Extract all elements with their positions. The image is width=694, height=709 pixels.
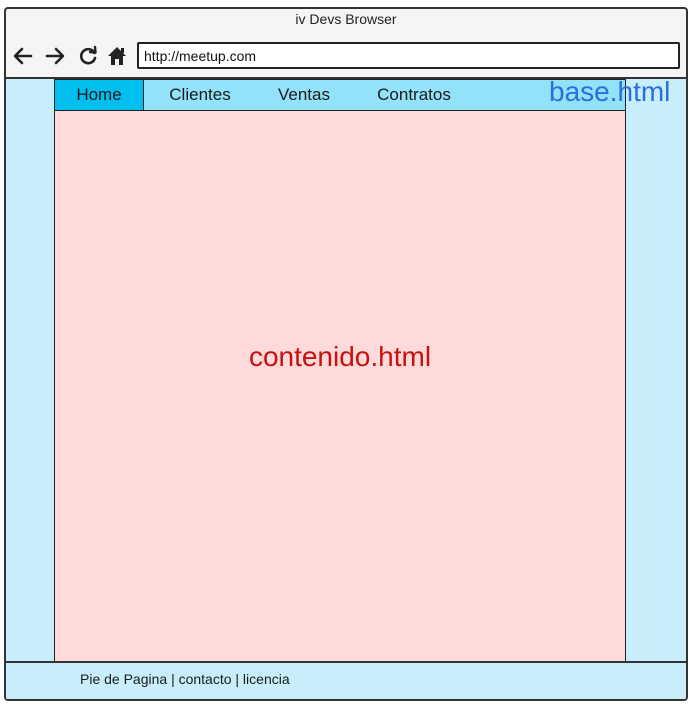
page-footer: Pie de Pagina | contacto | licencia — [6, 661, 686, 699]
browser-window: iv Devs Browser Home Clientes — [4, 7, 688, 701]
arrow-right-icon[interactable] — [44, 45, 66, 67]
menu-item-label: Ventas — [278, 85, 330, 104]
menu-item-ventas[interactable]: Ventas — [267, 80, 341, 110]
menu-item-clientes[interactable]: Clientes — [153, 80, 247, 110]
arrow-left-icon[interactable] — [12, 45, 34, 67]
page-viewport: Home Clientes Ventas Contratos base.html… — [6, 76, 686, 663]
content-area: contenido.html — [54, 111, 626, 663]
nav-menu: Home Clientes Ventas Contratos — [54, 79, 626, 111]
menu-item-label: Home — [76, 85, 122, 104]
url-input[interactable] — [137, 42, 680, 69]
base-html-label: base.html — [549, 76, 671, 107]
menu-item-contratos[interactable]: Contratos — [367, 80, 461, 110]
menu-item-label: Clientes — [169, 85, 231, 104]
footer-text: Pie de Pagina | contacto | licencia — [80, 671, 290, 687]
home-icon[interactable] — [106, 45, 128, 67]
menu-item-home[interactable]: Home — [55, 80, 144, 110]
window-title: iv Devs Browser — [295, 11, 397, 27]
content-html-label: contenido.html — [248, 341, 432, 372]
reload-icon[interactable] — [77, 45, 99, 67]
menu-item-label: Contratos — [377, 85, 451, 104]
